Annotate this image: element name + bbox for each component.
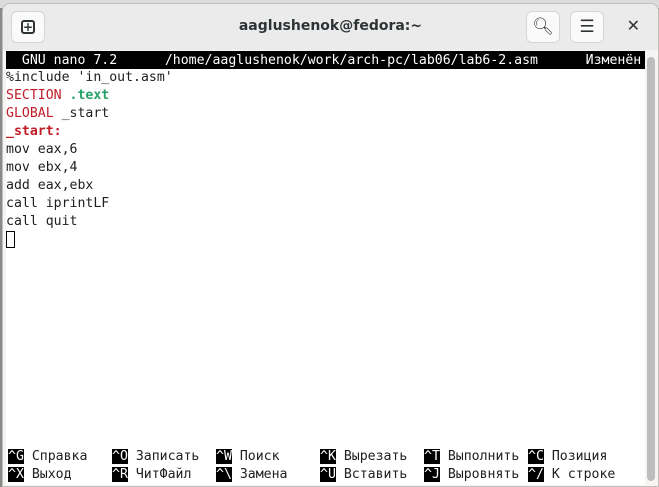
shortcut-item[interactable]: ^J Выровнять	[424, 466, 519, 484]
code-token: call quit	[6, 214, 78, 229]
code-token: .text	[69, 88, 110, 103]
terminal-content[interactable]: GNU nano 7.2 /home/aaglushenok/work/arch…	[6, 51, 645, 485]
shortcut-label: Выполнить	[447, 449, 520, 464]
code-token: GLOBAL	[6, 106, 54, 121]
shortcut-key: ^R	[112, 467, 128, 482]
shortcut-item[interactable]: ^R ЧитФайл	[112, 466, 191, 484]
shortcut-label: Выход	[31, 467, 72, 482]
terminal-window: + aaglushenok@fedora:~ 🔍︎ ☰ ✕ GNU nano 7…	[2, 3, 659, 487]
shortcut-label: Справка	[31, 449, 88, 464]
editor-text[interactable]: %include 'in_out.asm' SECTION .text GLOBAL…	[6, 69, 645, 231]
shortcut-item[interactable]: ^U Вставить	[320, 466, 407, 484]
code-line: add eax,ebx	[6, 177, 645, 195]
shortcut-item[interactable]: ^/ К строке	[528, 466, 615, 484]
shortcut-item[interactable]: ^G Справка	[8, 448, 87, 466]
code-line: call iprintLF	[6, 195, 645, 213]
shortcut-key: ^\	[216, 467, 232, 482]
hamburger-icon: ☰	[579, 17, 595, 37]
shortcut-label: ЧитФайл	[135, 467, 192, 482]
shortcut-label: Записать	[135, 449, 200, 464]
shortcut-key: ^G	[8, 449, 24, 464]
code-line: mov ebx,4	[6, 159, 645, 177]
shortcut-label: Вставить	[343, 467, 408, 482]
code-token: _start:	[6, 124, 62, 139]
shortcut-label: Вырезать	[343, 449, 408, 464]
nano-version: GNU nano 7.2	[21, 53, 118, 68]
scrollbar[interactable]	[647, 57, 655, 481]
code-token: add eax,ebx	[6, 178, 94, 193]
code-token: mov eax,6	[6, 142, 78, 157]
code-token: SECTION	[6, 88, 62, 103]
shortcut-label: Позиция	[551, 449, 608, 464]
code-line: _start:	[6, 123, 645, 141]
header-bar: + aaglushenok@fedora:~ 🔍︎ ☰ ✕	[3, 4, 658, 50]
close-button[interactable]: ✕	[627, 16, 640, 35]
code-token: mov ebx,4	[6, 160, 78, 175]
shortcut-key: ^X	[8, 467, 24, 482]
code-token: call iprintLF	[6, 196, 110, 211]
text-cursor	[6, 231, 15, 248]
code-token: _start	[53, 106, 110, 121]
menu-button[interactable]: ☰	[570, 11, 604, 43]
shortcut-key: ^/	[528, 467, 544, 482]
code-line: %include 'in_out.asm'	[6, 69, 645, 87]
shortcut-item[interactable]: ^K Вырезать	[320, 448, 407, 466]
shortcut-item[interactable]: ^\ Замена	[216, 466, 287, 484]
shortcut-key: ^K	[320, 449, 336, 464]
shortcut-item[interactable]: ^T Выполнить	[424, 448, 519, 466]
shortcut-item[interactable]: ^W Поиск	[216, 448, 280, 466]
code-line: mov eax,6	[6, 141, 645, 159]
shortcut-label: Замена	[239, 467, 288, 482]
code-line: GLOBAL _start	[6, 105, 645, 123]
shortcut-item[interactable]: ^X Выход	[8, 466, 72, 484]
shortcut-key: ^U	[320, 467, 336, 482]
shortcut-label: К строке	[551, 467, 616, 482]
code-line: SECTION .text	[6, 87, 645, 105]
shortcut-key: ^W	[216, 449, 232, 464]
code-line: call quit	[6, 213, 645, 231]
file-path: /home/aaglushenok/work/arch-pc/lab06/lab…	[164, 53, 538, 68]
search-icon: 🔍︎	[532, 17, 554, 37]
shortcut-item[interactable]: ^O Записать	[112, 448, 199, 466]
search-button[interactable]: 🔍︎	[526, 11, 560, 43]
shortcut-item[interactable]: ^C Позиция	[528, 448, 607, 466]
close-icon: ✕	[626, 16, 640, 35]
shortcut-label: Выровнять	[447, 467, 520, 482]
nano-title-bar: GNU nano 7.2 /home/aaglushenok/work/arch…	[6, 51, 645, 69]
code-token: %include 'in_out.asm'	[6, 70, 173, 85]
modified-status: Изменён	[585, 53, 642, 68]
shortcut-label: Поиск	[239, 449, 280, 464]
shortcut-key: ^C	[528, 449, 544, 464]
shortcut-key: ^J	[424, 467, 440, 482]
shortcut-key: ^O	[112, 449, 128, 464]
shortcut-key: ^T	[424, 449, 440, 464]
